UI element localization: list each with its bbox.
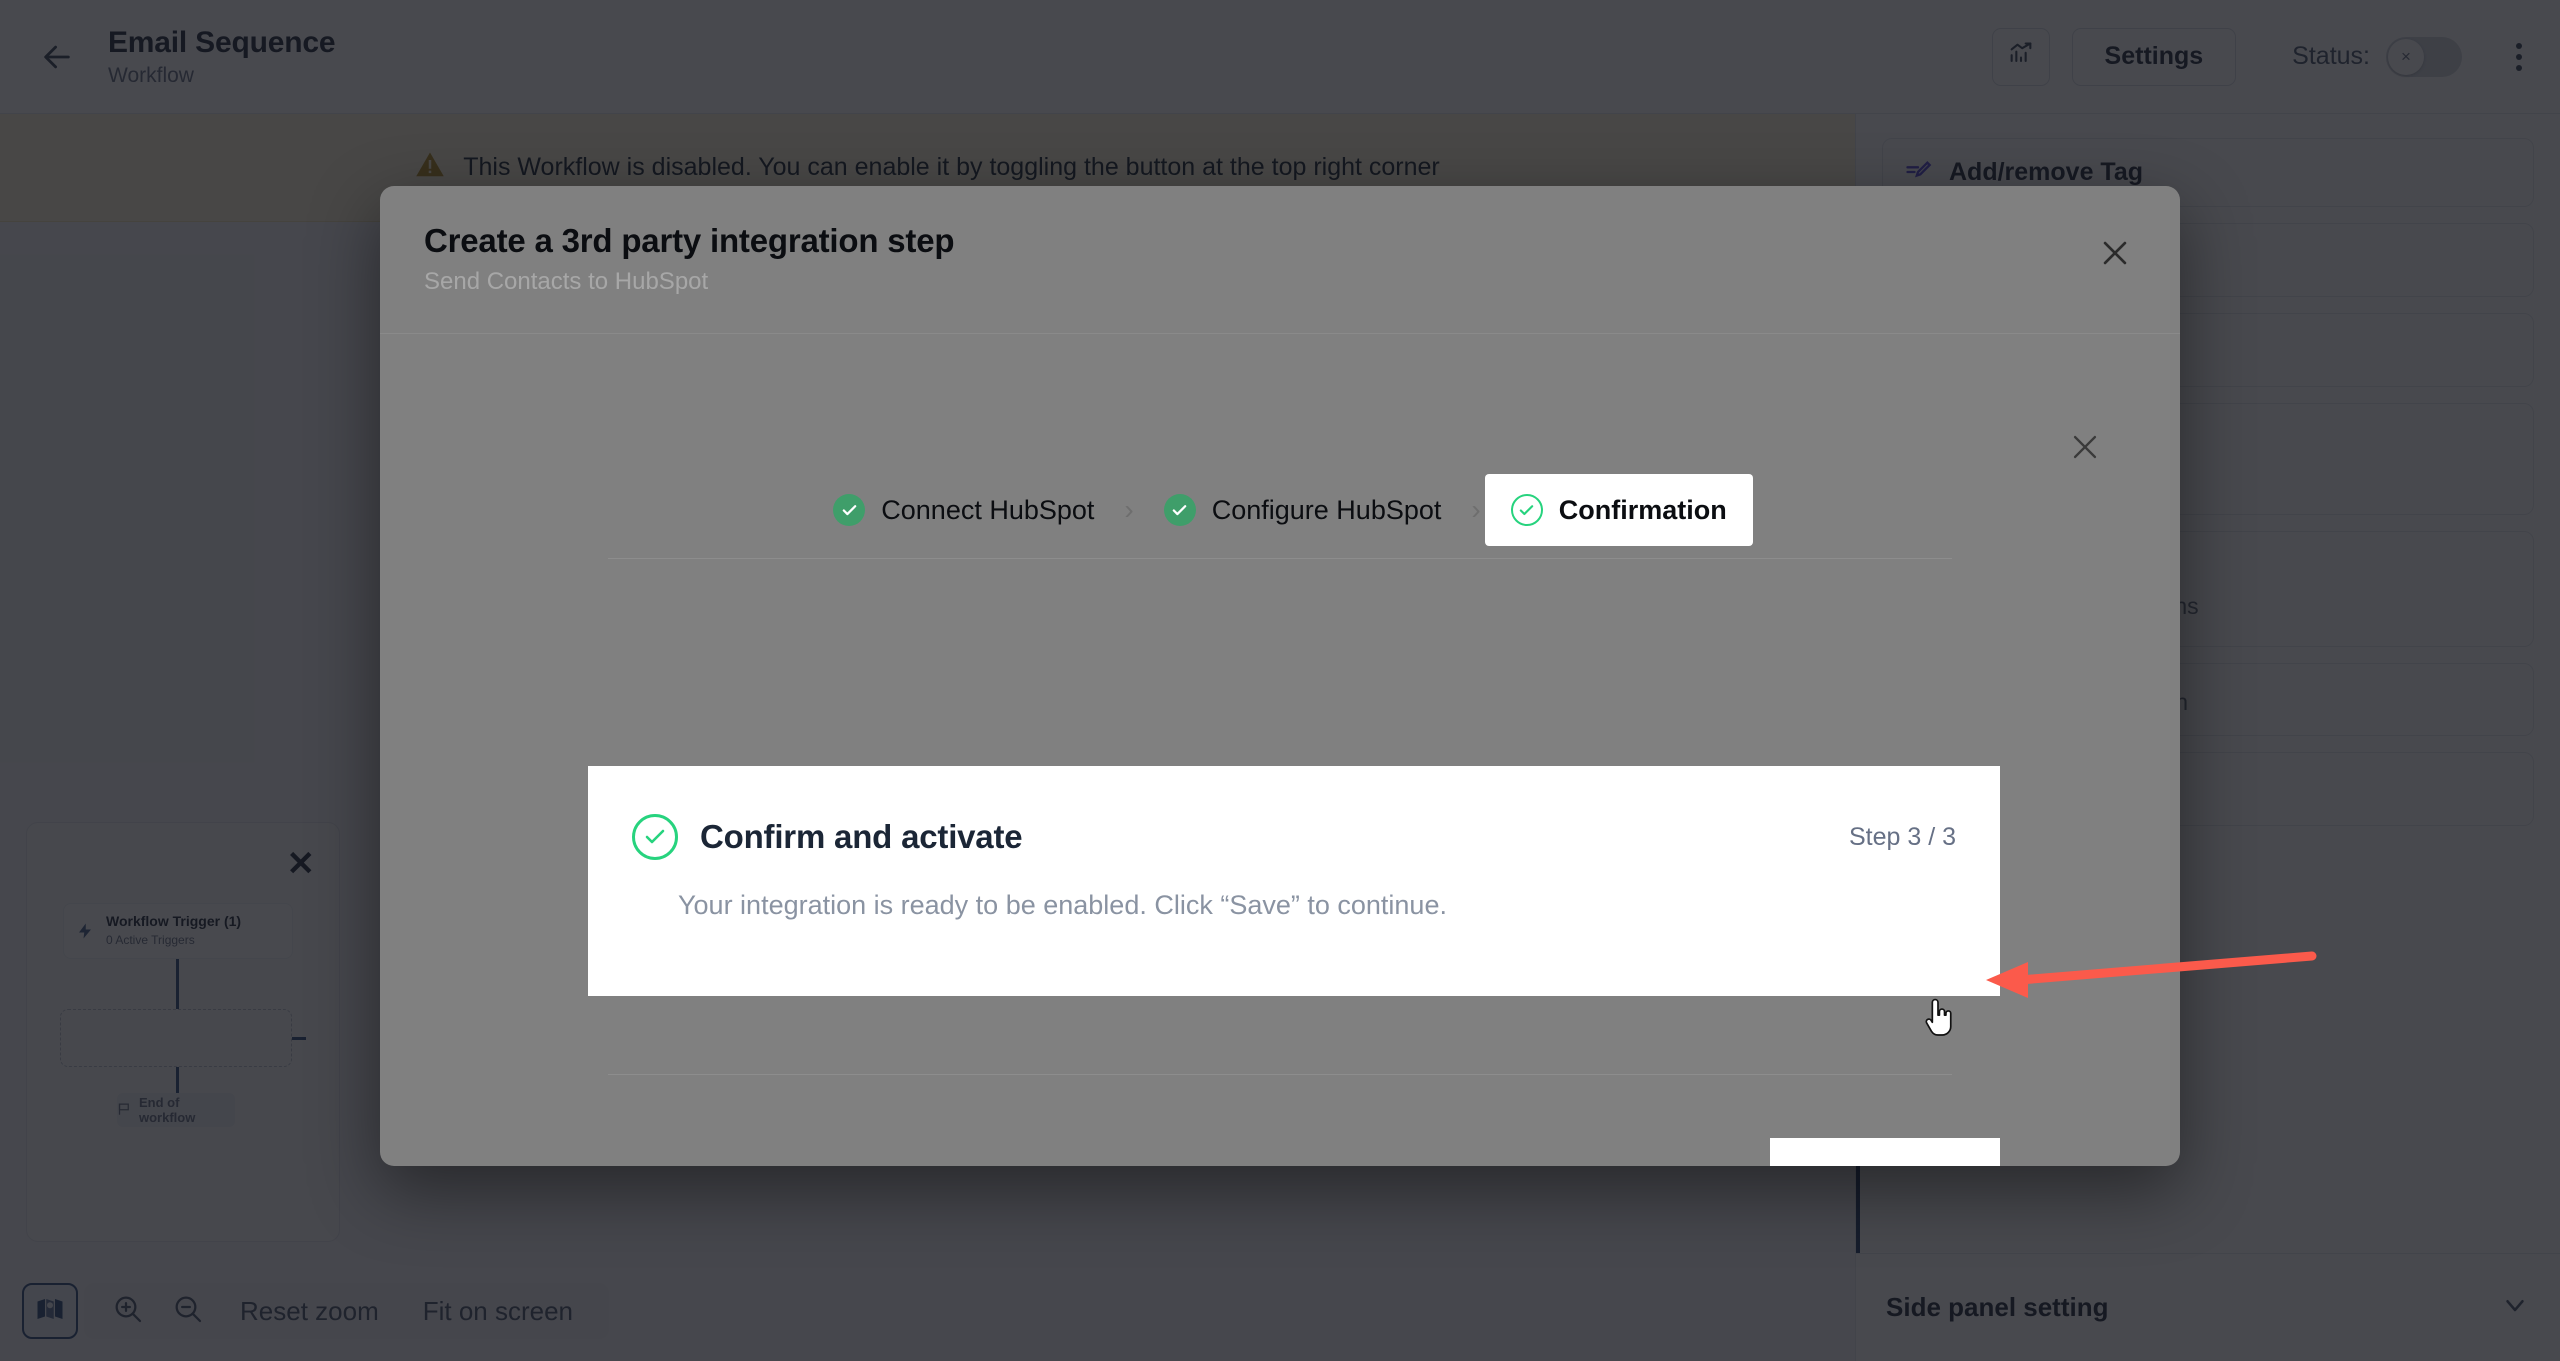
step-connect-hubspot[interactable]: Connect HubSpot: [807, 474, 1120, 546]
step-label: Connect HubSpot: [881, 494, 1095, 525]
check-circle-outline-icon: [1510, 494, 1543, 526]
modal-subtitle: Send Contacts to HubSpot: [424, 268, 709, 295]
inner-close-icon[interactable]: [2064, 426, 2106, 468]
check-circle-icon: [833, 494, 866, 526]
confirmation-card: Confirm and activate Step 3 / 3 Your int…: [588, 766, 2000, 996]
confirmation-card-title: Confirm and activate: [700, 818, 1023, 855]
stepper-divider: [608, 558, 1952, 559]
step-confirmation[interactable]: Confirmation: [1484, 474, 1753, 546]
close-icon[interactable]: [2094, 232, 2136, 274]
save-button-highlight: Save: [1770, 1138, 2000, 1166]
chevron-right-icon: ›: [1471, 494, 1481, 525]
integration-step-modal: Create a 3rd party integration step Send…: [380, 186, 2180, 1166]
footer-divider: [608, 1074, 1952, 1075]
step-counter: Step 3 / 3: [1848, 822, 1956, 851]
step-configure-hubspot[interactable]: Configure HubSpot: [1138, 474, 1468, 546]
chevron-right-icon: ›: [1124, 494, 1134, 525]
modal-header: Create a 3rd party integration step Send…: [380, 186, 2180, 334]
check-circle-icon: [1163, 494, 1196, 526]
modal-footer-actions: Back Save: [1546, 1138, 2000, 1166]
modal-title: Create a 3rd party integration step: [424, 222, 955, 259]
step-label: Configure HubSpot: [1211, 494, 1442, 525]
step-label: Confirmation: [1558, 494, 1727, 525]
confirmation-card-header: Confirm and activate Step 3 / 3: [588, 766, 2000, 860]
integration-stepper: Connect HubSpot › Configure HubSpot › Co…: [380, 474, 2180, 546]
check-circle-icon: [632, 814, 678, 860]
confirmation-card-body: Your integration is ready to be enabled.…: [678, 890, 1447, 920]
